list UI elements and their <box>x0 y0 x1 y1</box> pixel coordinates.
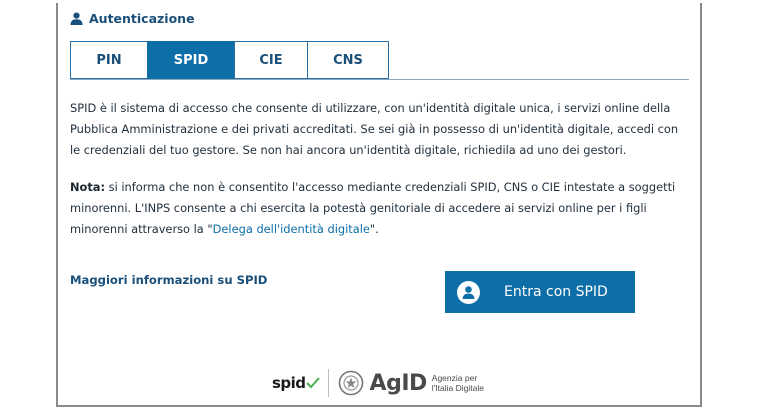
agid-logo-text: AgID <box>369 370 428 396</box>
spid-logo-text: spid <box>272 374 306 392</box>
tab-pin[interactable]: PIN <box>70 41 148 79</box>
description-line: le credenziali del tuo gestore. Se non h… <box>70 143 627 157</box>
note-label: Nota: <box>70 180 106 194</box>
tabs-divider <box>70 79 689 80</box>
section-title: Autenticazione <box>89 11 195 26</box>
section-header: Autenticazione <box>70 11 195 26</box>
note-line: minorenni. L'INPS consente a chi esercit… <box>70 201 647 215</box>
description-line: Pubblica Amministrazione e dei privati a… <box>70 122 679 136</box>
note-text: minorenni attraverso la " <box>70 222 213 236</box>
tab-spid[interactable]: SPID <box>147 41 235 79</box>
note-text: si informa che non è consentito l'access… <box>105 180 676 194</box>
logo-separator <box>327 369 329 397</box>
tab-cie[interactable]: CIE <box>234 41 308 79</box>
user-circle-icon <box>457 280 480 304</box>
more-info-link[interactable]: Maggiori informazioni su SPID <box>70 273 267 287</box>
agid-subtitle-line: l'Italia Digitale <box>431 383 484 393</box>
minors-note: Nota: si informa che non è consentito l'… <box>70 177 690 240</box>
description-line: SPID è il sistema di accesso che consent… <box>70 101 671 115</box>
tab-cns[interactable]: CNS <box>307 41 389 79</box>
footer-logos: spid AgID Agenzia per l'Italia Digitale <box>272 367 484 399</box>
user-icon <box>70 12 83 25</box>
login-spid-button[interactable]: Entra con SPID <box>445 271 635 313</box>
spid-description: SPID è il sistema di accesso che consent… <box>70 98 690 161</box>
check-icon <box>305 377 320 389</box>
note-line: Nota: si informa che non è consentito l'… <box>70 177 690 198</box>
auth-tabs: PIN SPID CIE CNS <box>70 41 389 79</box>
note-line: minorenni attraverso la "Delega dell'ide… <box>70 219 690 240</box>
agid-subtitle-line: Agenzia per <box>431 373 478 383</box>
agid-subtitle: Agenzia per l'Italia Digitale <box>432 373 484 393</box>
delegation-link[interactable]: Delega dell'identità digitale <box>213 222 370 236</box>
login-spid-label: Entra con SPID <box>504 284 608 300</box>
note-text: ". <box>369 222 379 236</box>
italian-emblem-icon <box>338 370 363 396</box>
spid-logo: spid <box>272 374 320 392</box>
